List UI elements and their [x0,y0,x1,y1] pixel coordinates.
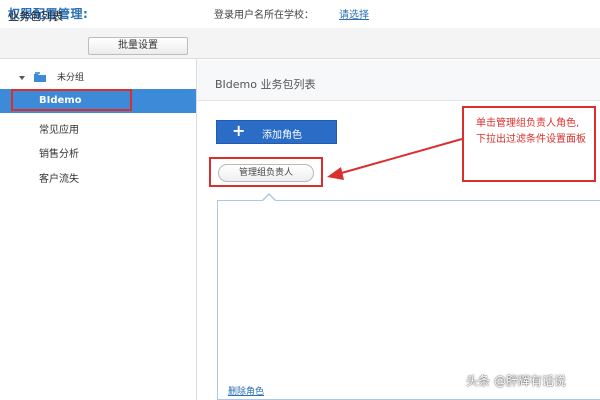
package-list-title: 业务包列表 [8,10,63,23]
filter-conditions-panel [217,200,600,400]
add-role-label: 添加角色 [262,130,302,141]
login-school-label: 登录用户名所在学校： [214,10,314,21]
panel-caret-inner [263,195,275,201]
page: 权限配置管理: 登录用户名所在学校： 请选择 业务包列表 批量设置 未分组 BI… [0,0,600,400]
highlight-box-bidemo [11,89,132,111]
annotation-callout: 单击管理组负责人角色,下拉出过滤条件设置面板 [462,106,596,182]
batch-settings-button[interactable]: 批量设置 [88,37,188,55]
folder-icon [34,72,46,82]
watermark-handle: @胖辉有话说 [494,374,567,388]
sidebar-item-common-apps[interactable]: 常见应用 [39,121,79,136]
sidebar-item-sales-analysis[interactable]: 销售分析 [39,145,79,160]
main-title: BIdemo 业务包列表 [215,78,316,91]
caret-down-icon[interactable] [19,76,25,80]
tree-root-ungrouped[interactable]: 未分组 [57,70,84,83]
watermark-brand: 头条 [466,374,491,388]
sidebar-item-customer-churn[interactable]: 客户流失 [39,170,79,185]
plus-icon: + [232,121,246,140]
delete-role-link[interactable]: 删除角色 [228,384,264,397]
watermark: 头条 @胖辉有话说 [466,372,566,389]
school-select-link[interactable]: 请选择 [339,6,369,21]
manage-group-owner-button[interactable]: 管理组负责人 [218,164,314,182]
